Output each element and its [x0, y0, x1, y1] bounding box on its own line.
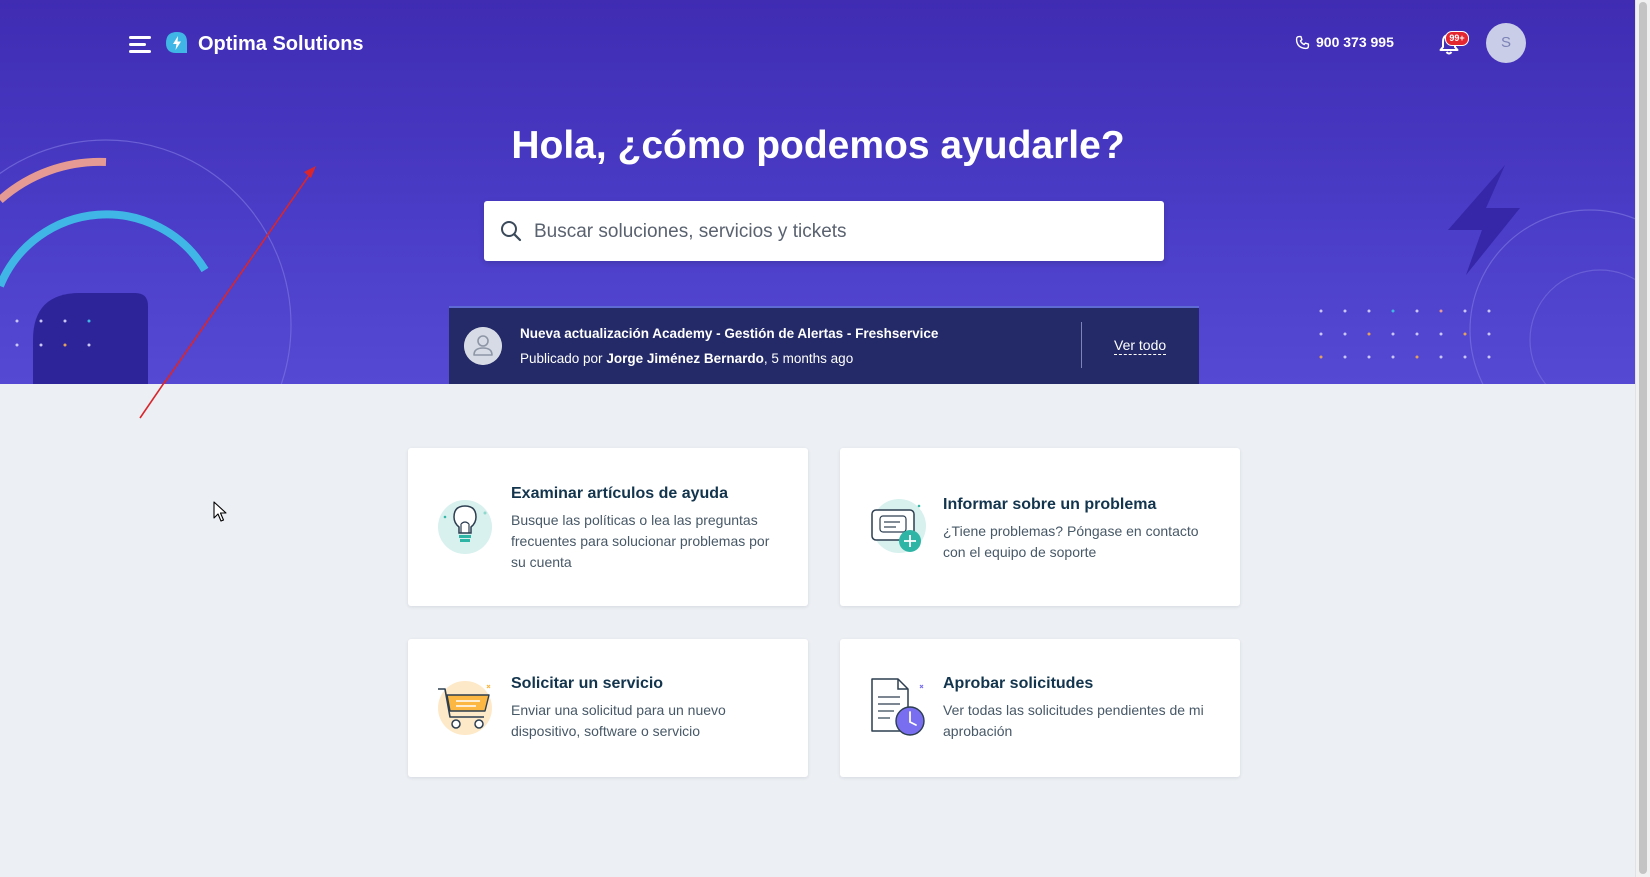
announcement-title[interactable]: Nueva actualización Academy - Gestión de… — [520, 326, 938, 341]
card-description: ¿Tiene problemas? Póngase en contacto co… — [943, 523, 1199, 560]
author-avatar-icon — [464, 327, 502, 365]
card-title: Informar sobre un problema — [943, 496, 1157, 513]
card-request-service[interactable]: Solicitar un servicio Enviar una solicit… — [408, 639, 808, 777]
mouse-cursor-icon — [213, 501, 227, 522]
card-title: Solicitar un servicio — [511, 675, 664, 692]
card-description: Ver todas las solicitudes pendientes de … — [943, 702, 1204, 739]
document-clock-icon — [871, 678, 925, 736]
search-input[interactable] — [532, 201, 1156, 263]
hero-banner: Optima Solutions 900 373 995 99+ S Hola,… — [0, 0, 1650, 384]
announcement-divider — [1081, 322, 1082, 368]
hero-title: Hola, ¿cómo podemos ayudarle? — [511, 124, 1125, 167]
card-title: Examinar artículos de ayuda — [511, 485, 728, 502]
brand-name[interactable]: Optima Solutions — [198, 33, 364, 56]
menu-icon[interactable] — [129, 36, 151, 54]
card-description: Enviar una solicitud para un nuevo dispo… — [511, 702, 726, 739]
announcement-meta: Publicado por Jorge Jiménez Bernardo, 5 … — [520, 351, 853, 366]
brand-logo-icon[interactable] — [165, 31, 189, 55]
shopping-cart-icon — [438, 681, 492, 735]
card-help-articles[interactable]: Examinar artículos de ayuda Busque las p… — [408, 448, 808, 606]
announcement-author: Jorge Jiménez Bernardo — [606, 351, 764, 366]
phone-icon — [1295, 35, 1310, 49]
phone-link[interactable]: 900 373 995 — [1295, 34, 1394, 50]
card-report-problem[interactable]: Informar sobre un problema ¿Tiene proble… — [840, 448, 1240, 606]
notification-badge: 99+ — [1445, 31, 1469, 46]
vertical-scrollbar[interactable] — [1635, 0, 1650, 877]
annotation-arrow-tail — [139, 380, 167, 419]
search-icon — [501, 221, 522, 242]
lightbulb-icon — [438, 500, 492, 554]
published-prefix: Publicado por — [520, 351, 603, 366]
card-approve-requests[interactable]: Aprobar solicitudes Ver todas las solici… — [840, 639, 1240, 777]
scrollbar-thumb[interactable] — [1639, 2, 1647, 874]
report-ticket-icon — [871, 499, 926, 553]
announcement-time: , 5 months ago — [763, 351, 854, 366]
view-all-link[interactable]: Ver todo — [1114, 337, 1167, 355]
top-navigation: Optima Solutions 900 373 995 99+ S — [0, 0, 1636, 88]
announcement-banner: Nueva actualización Academy - Gestión de… — [449, 306, 1199, 384]
card-description: Busque las políticas o lea las preguntas… — [511, 512, 770, 570]
search-box[interactable] — [484, 201, 1164, 263]
card-title: Aprobar solicitudes — [943, 675, 1094, 692]
phone-number: 900 373 995 — [1316, 34, 1394, 50]
user-avatar[interactable]: S — [1486, 23, 1526, 63]
